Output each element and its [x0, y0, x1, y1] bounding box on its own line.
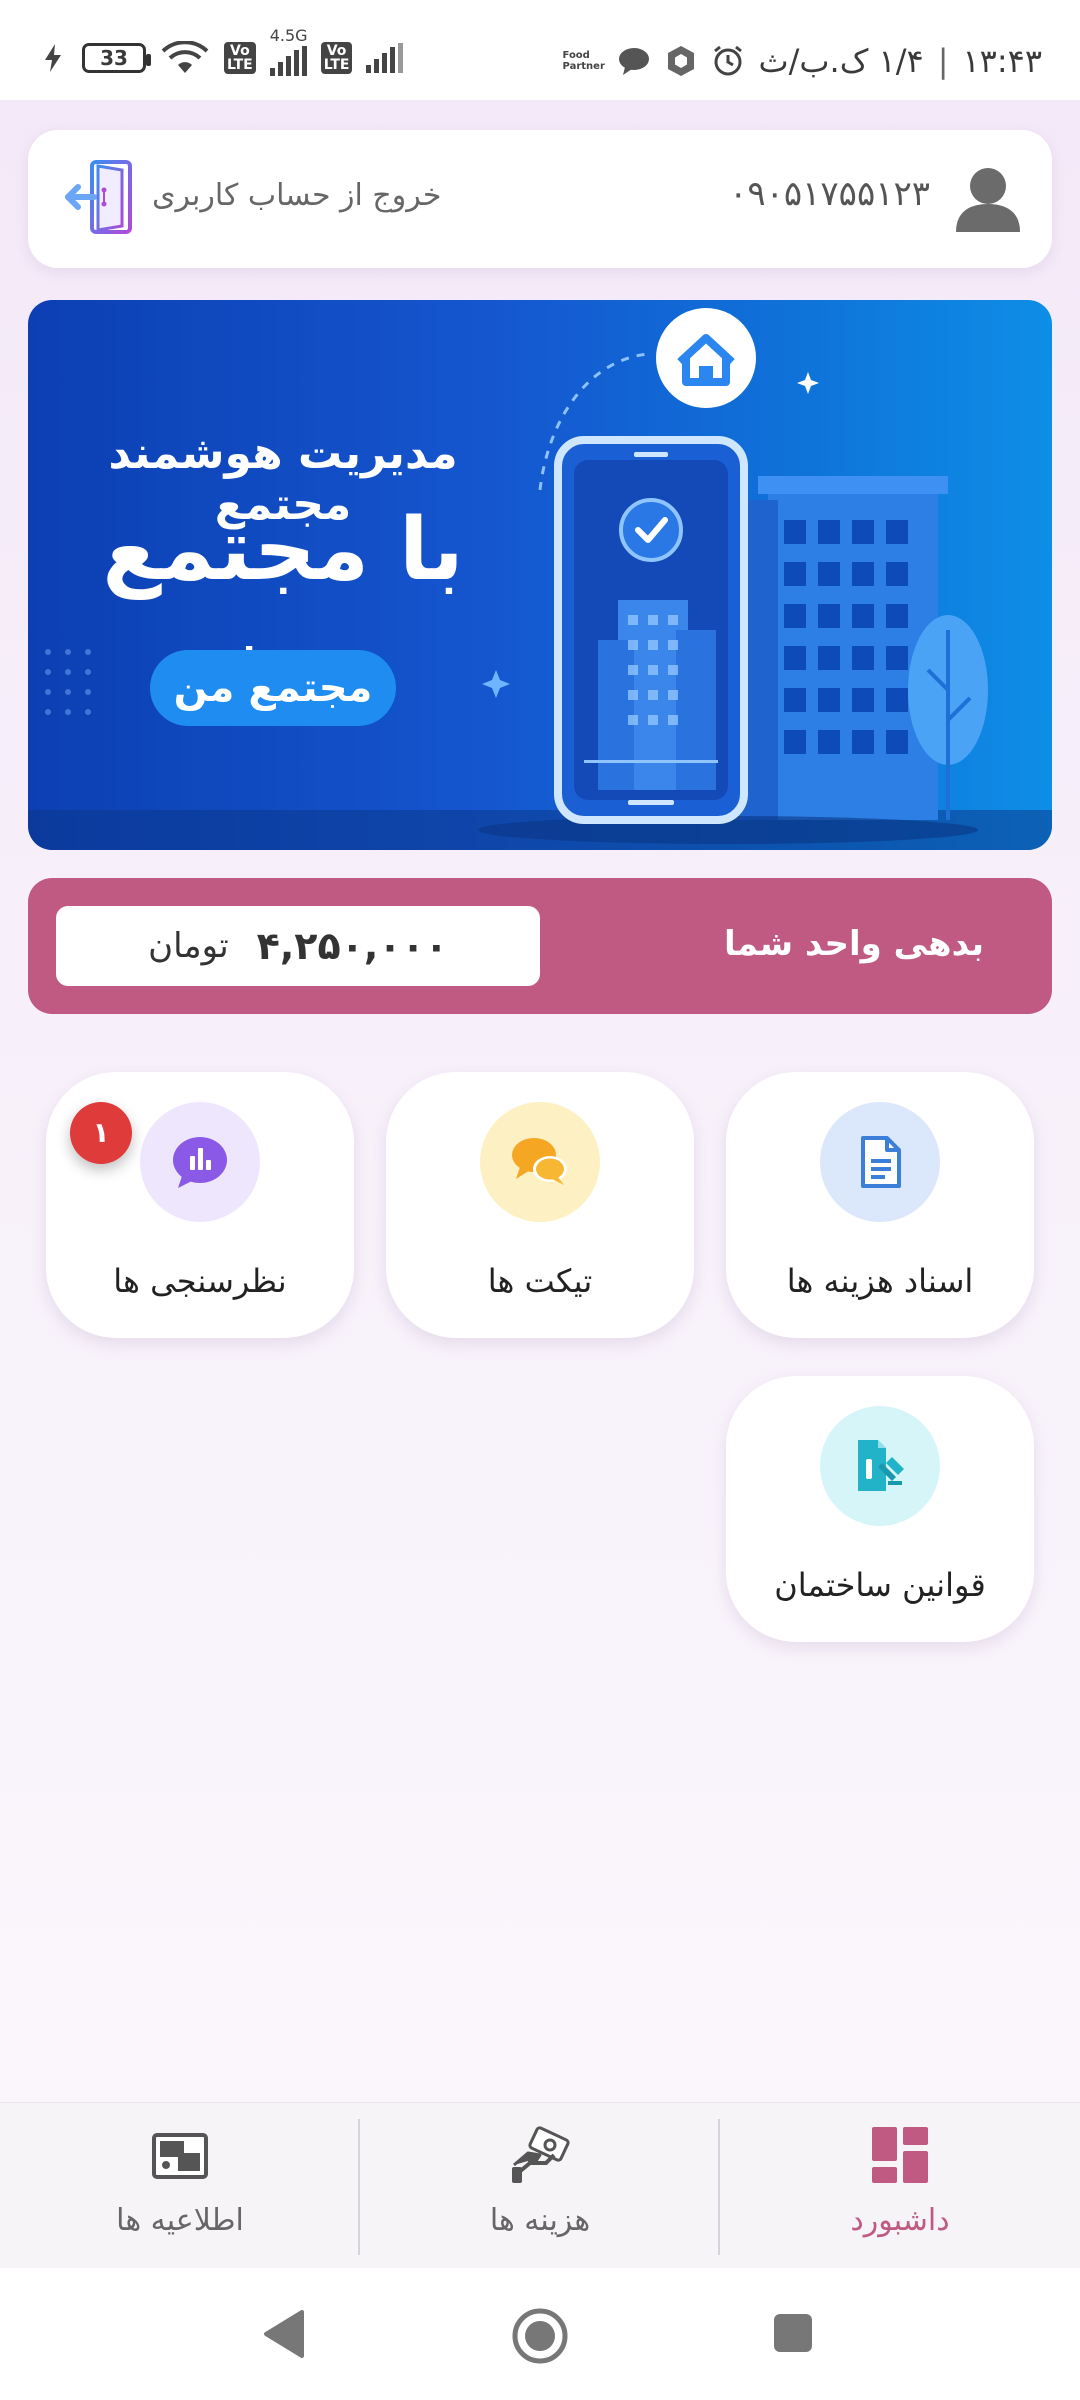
tile-expense-documents[interactable]: اسناد هزینه ها — [726, 1072, 1034, 1338]
status-left: 33 Vo LTE 4.5G Vo LTE — [38, 26, 404, 76]
debt-amount: ۴,۲۵۰,۰۰۰ — [256, 924, 448, 968]
tile-tickets[interactable]: تیکت ها — [386, 1072, 694, 1338]
document-icon — [861, 1136, 901, 1188]
status-bar: 33 VoLTE 4.5G VoLTE ۱۳:۴۳ | ۱/۴ ک.ب/ث — [0, 0, 1080, 100]
tile-icon-circle — [820, 1406, 940, 1526]
nav-item-expenses[interactable]: هزینه ها — [360, 2103, 720, 2269]
announcement-icon — [152, 2133, 208, 2179]
avatar-icon[interactable] — [952, 162, 1024, 234]
nav-item-announcements[interactable]: اطلاعیه ها — [0, 2103, 360, 2269]
nav-label-announcements: اطلاعیه ها — [116, 2203, 244, 2238]
app-screen: 33 VoLTE 4.5G VoLTE ۱۳:۴۳ | ۱/۴ ک.ب/ث — [0, 0, 1080, 2400]
poll-chart-icon — [173, 1137, 227, 1188]
nav-item-dashboard[interactable]: داشبورد — [720, 2103, 1080, 2269]
tile-label: اسناد هزینه ها — [786, 1262, 974, 1300]
signal-icon-2 — [366, 43, 404, 73]
nav-label-dashboard: داشبورد — [850, 2203, 950, 2238]
recents-icon[interactable] — [772, 2312, 814, 2354]
home-icon[interactable] — [510, 2306, 570, 2366]
money-hand-icon — [512, 2126, 570, 2183]
tile-label: تیکت ها — [487, 1262, 593, 1300]
debt-label: بدهی واحد شما — [724, 924, 984, 964]
banner-pill[interactable]: مجتمع من — [150, 650, 396, 726]
tile-polls[interactable]: ۱ نظرسنجی ها — [46, 1072, 354, 1338]
volte-icon-2: Vo LTE — [320, 42, 353, 74]
volte-icon: Vo LTE — [224, 42, 256, 74]
battery-icon: 33 — [82, 43, 151, 73]
bottom-nav: داشبورد هزینه ها اطلاعیه ها — [0, 2102, 1080, 2268]
polls-badge: ۱ — [70, 1102, 132, 1164]
battery-level: 33 — [100, 46, 128, 70]
tile-icon-circle — [480, 1102, 600, 1222]
nav-label-expenses: هزینه ها — [489, 2203, 591, 2238]
account-card: ۰۹۰۵۱۷۵۵۱۲۳ خروج از حساب کاربری — [28, 130, 1052, 268]
debt-unit: تومان — [148, 926, 229, 966]
debt-card: بدهی واحد شما ۴,۲۵۰,۰۰۰ تومان — [28, 878, 1052, 1014]
status-right: ۱۳:۴۳ | ۱/۴ ک.ب/ث Food Partner — [562, 42, 1042, 80]
network-type: 4.5G — [269, 26, 308, 45]
back-icon[interactable] — [262, 2308, 306, 2360]
status-time: ۱۳:۴۳ — [962, 42, 1042, 80]
system-nav-bar — [0, 2268, 1080, 2400]
message-app-icon — [618, 48, 649, 75]
chat-bubbles-icon — [512, 1138, 567, 1185]
tile-label: قوانین ساختمان — [774, 1566, 986, 1604]
tile-icon-circle — [140, 1102, 260, 1222]
debt-amount-box: ۴,۲۵۰,۰۰۰ تومان — [56, 906, 540, 986]
tile-building-rules[interactable]: قوانین ساختمان — [726, 1376, 1034, 1642]
tile-icon-circle — [820, 1102, 940, 1222]
dashboard-icon — [872, 2127, 928, 2183]
user-phone: ۰۹۰۵۱۷۵۵۱۲۳ — [729, 174, 930, 214]
food-partner-icon: Food Partner — [562, 50, 605, 72]
logout-door-icon[interactable] — [64, 156, 146, 238]
logout-label[interactable]: خروج از حساب کاربری — [152, 178, 441, 213]
signal-icon-1 — [269, 46, 307, 76]
promo-banner[interactable]: مدیریت هوشمند مجتمع با مجتمع من مجتمع من — [28, 300, 1052, 850]
hexagon-app-icon — [667, 46, 694, 76]
wifi-icon — [161, 41, 209, 73]
charging-icon — [45, 44, 61, 72]
status-date: ۱/۴ ک.ب/ث — [758, 42, 924, 80]
alarm-icon — [713, 45, 742, 76]
tile-label: نظرسنجی ها — [113, 1262, 287, 1300]
rules-document-icon — [858, 1440, 904, 1491]
